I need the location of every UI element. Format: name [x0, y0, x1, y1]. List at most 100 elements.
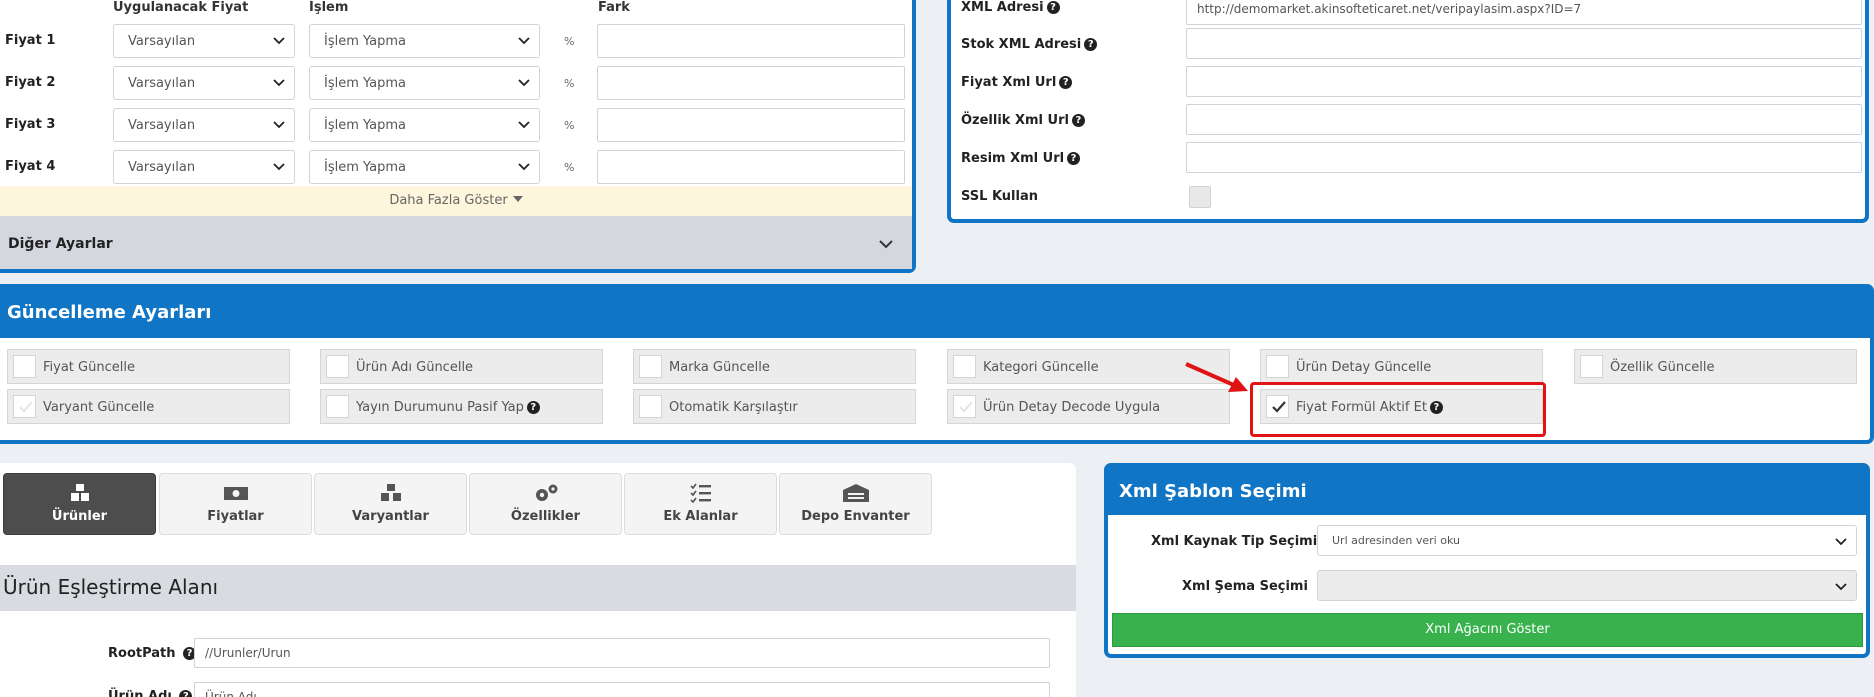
tab-urunler[interactable]: Ürünler: [3, 473, 156, 535]
checkbox-yayin-pasif[interactable]: Yayın Durumunu Pasif Yap?: [320, 389, 603, 424]
product-tabs-panel: Ürünler Fiyatlar Varyantlar Özellikler E…: [0, 463, 1076, 697]
source-type-select[interactable]: Url adresinden veri oku: [1317, 525, 1857, 556]
rootpath-label: RootPath ?: [108, 646, 197, 661]
tab-ozellikler[interactable]: Özellikler: [469, 473, 622, 535]
help-icon[interactable]: ?: [1084, 38, 1098, 51]
help-icon[interactable]: ?: [179, 690, 193, 697]
price-select[interactable]: Varsayılan: [113, 66, 295, 100]
schema-select[interactable]: [1317, 570, 1857, 601]
caret-down-icon: [512, 196, 523, 202]
xml-address-input[interactable]: http://demomarket.akinsofteticaret.net/v…: [1186, 0, 1862, 25]
tab-label: Özellikler: [510, 509, 581, 524]
image-xml-url-label: Resim Xml Url?: [961, 151, 1081, 166]
checkbox-box: [1580, 355, 1603, 378]
price-select[interactable]: Varsayılan: [113, 108, 295, 142]
stock-xml-label-text: Stok XML Adresi: [961, 37, 1082, 52]
checkbox-ozellik-guncelle[interactable]: Özellik Güncelle: [1574, 349, 1857, 384]
check-icon: [959, 401, 973, 413]
price-select-value: Varsayılan: [128, 76, 196, 91]
money-icon: [223, 487, 248, 500]
percent-sign: %: [564, 161, 575, 174]
checkbox-marka-guncelle[interactable]: Marka Güncelle: [633, 349, 916, 384]
tab-label: Ürünler: [51, 509, 108, 524]
col-header-price: Uygulanacak Fiyat: [113, 0, 249, 15]
tab-fiyatlar[interactable]: Fiyatlar: [159, 473, 312, 535]
price-xml-url-label-text: Fiyat Xml Url: [961, 75, 1057, 90]
tab-label: Ek Alanlar: [663, 509, 738, 524]
price-select-value: Varsayılan: [128, 34, 196, 49]
checkbox-label: Varyant Güncelle: [43, 400, 155, 415]
checkbox-box: [1266, 355, 1289, 378]
cogs-icon: [535, 484, 557, 501]
operation-select[interactable]: İşlem Yapma: [309, 24, 540, 58]
checkbox-urun-adi-guncelle[interactable]: Ürün Adı Güncelle: [320, 349, 603, 384]
xml-address-panel: XML Adresi? http://demomarket.akinsoftet…: [947, 0, 1869, 223]
price-select-value: Varsayılan: [128, 118, 196, 133]
checkbox-box: [326, 395, 349, 418]
checkbox-fiyat-guncelle[interactable]: Fiyat Güncelle: [7, 349, 290, 384]
rootpath-input[interactable]: //Urunler/Urun: [194, 638, 1050, 668]
checkbox-otomatik-karsilastir[interactable]: Otomatik Karşılaştır: [633, 389, 916, 424]
help-icon[interactable]: ?: [526, 401, 540, 414]
xml-template-title: Xml Şablon Seçimi: [1108, 467, 1866, 515]
stock-xml-input[interactable]: [1186, 28, 1862, 59]
source-type-label: Xml Kaynak Tip Seçimi: [1151, 534, 1318, 549]
chevron-down-icon: [879, 240, 893, 249]
diff-input[interactable]: [597, 66, 905, 100]
price-select[interactable]: Varsayılan: [113, 150, 295, 184]
diff-input[interactable]: [597, 150, 905, 184]
checkbox-label: Ürün Detay Decode Uygula: [983, 400, 1161, 415]
checkbox-label: Fiyat Güncelle: [43, 360, 135, 375]
tab-varyantlar[interactable]: Varyantlar: [314, 473, 467, 535]
chevron-down-icon: [1835, 538, 1847, 546]
help-icon[interactable]: ?: [1046, 1, 1060, 14]
chevron-down-icon: [273, 163, 285, 171]
tab-depo-envanter[interactable]: Depo Envanter: [779, 473, 932, 535]
show-more-label: Daha Fazla Göster: [389, 193, 508, 208]
operation-select[interactable]: İşlem Yapma: [309, 66, 540, 100]
other-settings-label: Diğer Ayarlar: [8, 236, 113, 252]
help-icon[interactable]: ?: [1059, 76, 1073, 89]
price-settings-panel: Uygulanacak Fiyat İşlem Fark Fiyat 1 Var…: [0, 0, 916, 273]
source-type-value: Url adresinden veri oku: [1332, 534, 1460, 547]
checkbox-varyant-guncelle[interactable]: Varyant Güncelle: [7, 389, 290, 424]
xml-address-label: XML Adresi?: [961, 0, 1060, 15]
tab-label: Fiyatlar: [207, 509, 264, 524]
image-xml-url-label-text: Resim Xml Url: [961, 151, 1065, 166]
percent-sign: %: [564, 77, 575, 90]
operation-select[interactable]: İşlem Yapma: [309, 150, 540, 184]
checkbox-urun-detay-guncelle[interactable]: Ürün Detay Güncelle: [1260, 349, 1543, 384]
operation-select[interactable]: İşlem Yapma: [309, 108, 540, 142]
checkbox-box: [13, 355, 36, 378]
chevron-down-icon: [1835, 583, 1847, 591]
diff-input[interactable]: [597, 24, 905, 58]
show-more-button[interactable]: Daha Fazla Göster: [0, 186, 912, 216]
help-icon[interactable]: ?: [1067, 152, 1081, 165]
ssl-label: SSL Kullan: [961, 189, 1038, 204]
price-xml-url-input[interactable]: [1186, 66, 1862, 97]
feature-xml-url-label: Özellik Xml Url?: [961, 113, 1085, 128]
price-xml-url-label: Fiyat Xml Url?: [961, 75, 1073, 90]
ssl-checkbox[interactable]: [1189, 186, 1211, 208]
help-icon[interactable]: ?: [1071, 114, 1085, 127]
diff-input[interactable]: [597, 108, 905, 142]
tab-ek-alanlar[interactable]: Ek Alanlar: [624, 473, 777, 535]
operation-select-value: İşlem Yapma: [324, 160, 407, 175]
highlight-frame: [1250, 382, 1546, 437]
show-xml-tree-button[interactable]: Xml Ağacını Göster: [1112, 613, 1863, 647]
col-header-diff: Fark: [598, 0, 630, 15]
checkbox-label: Ürün Adı Güncelle: [356, 360, 474, 375]
tab-label: Varyantlar: [352, 509, 429, 524]
checkbox-box: [326, 355, 349, 378]
boxes-icon: [70, 484, 89, 501]
price-select[interactable]: Varsayılan: [113, 24, 295, 58]
chevron-down-icon: [273, 79, 285, 87]
schema-label: Xml Şema Seçimi: [1182, 579, 1308, 594]
other-settings-accordion[interactable]: Diğer Ayarlar: [0, 216, 912, 269]
image-xml-url-input[interactable]: [1186, 142, 1862, 173]
product-name-input[interactable]: Ürün Adı: [194, 682, 1050, 697]
mapping-section-title: Ürün Eşleştirme Alanı: [0, 565, 1076, 611]
checkbox-label: Marka Güncelle: [669, 360, 770, 375]
chevron-down-icon: [518, 163, 530, 171]
feature-xml-url-input[interactable]: [1186, 104, 1862, 135]
